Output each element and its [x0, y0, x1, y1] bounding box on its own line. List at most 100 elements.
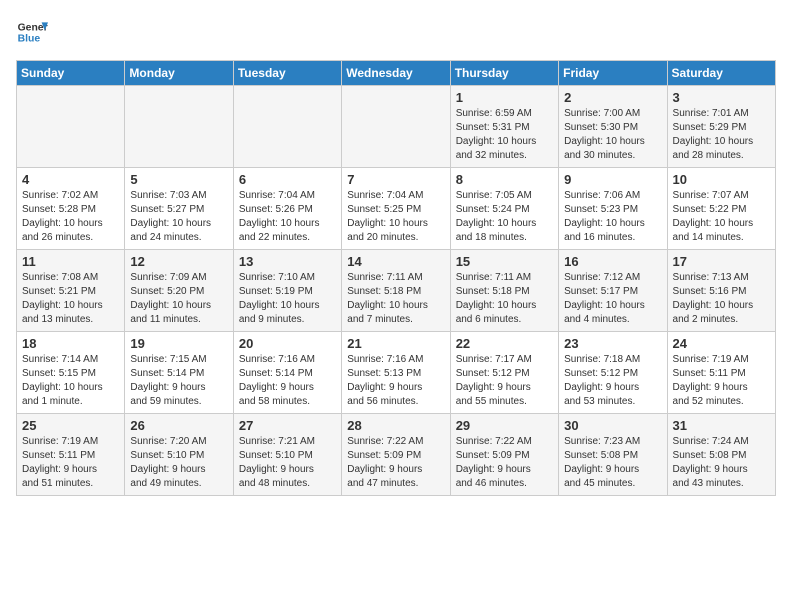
- day-info: Sunrise: 7:16 AMSunset: 5:13 PMDaylight:…: [347, 353, 444, 409]
- calendar-cell: 17Sunrise: 7:13 AMSunset: 5:16 PMDayligh…: [667, 250, 775, 332]
- calendar-week-3: 11 Sunrise: 7:08 AMSunset: 5:21 PMDayligh…: [17, 250, 776, 332]
- day-info: Sunrise: 7:02 AMSunset: 5:28 PMDaylight:…: [22, 189, 119, 245]
- calendar-cell: 14 Sunrise: 7:11 AMSunset: 5:18 PMDayligh…: [342, 250, 450, 332]
- logo-icon: General Blue: [16, 16, 48, 48]
- day-number: 27: [239, 418, 336, 433]
- day-number: 6: [239, 172, 336, 187]
- day-info: Sunrise: 7:24 AMSunset: 5:08 PMDaylight:…: [673, 435, 770, 491]
- calendar-cell: 5 Sunrise: 7:03 AMSunset: 5:27 PMDaylight…: [125, 168, 233, 250]
- day-info: Sunrise: 7:01 AMSunset: 5:29 PMDaylight:…: [673, 107, 770, 163]
- day-info: Sunrise: 7:23 AMSunset: 5:08 PMDaylight:…: [564, 435, 661, 491]
- calendar-cell: [125, 86, 233, 168]
- day-number: 5: [130, 172, 227, 187]
- page-header: General Blue: [16, 16, 776, 48]
- day-number: 8: [456, 172, 553, 187]
- day-info: Sunrise: 7:19 AMSunset: 5:11 PMDaylight:…: [673, 353, 770, 409]
- day-number: 13: [239, 254, 336, 269]
- calendar-cell: 7Sunrise: 7:04 AMSunset: 5:25 PMDaylight…: [342, 168, 450, 250]
- day-info: Sunrise: 7:03 AMSunset: 5:27 PMDaylight:…: [130, 189, 227, 245]
- calendar-cell: 8 Sunrise: 7:05 AMSunset: 5:24 PMDaylight…: [450, 168, 558, 250]
- day-header-tuesday: Tuesday: [233, 61, 341, 86]
- day-info: Sunrise: 7:11 AMSunset: 5:18 PMDaylight:…: [456, 271, 553, 327]
- calendar-cell: 28 Sunrise: 7:22 AMSunset: 5:09 PMDayligh…: [342, 414, 450, 496]
- calendar-week-5: 25 Sunrise: 7:19 AMSunset: 5:11 PMDayligh…: [17, 414, 776, 496]
- calendar-cell: 25 Sunrise: 7:19 AMSunset: 5:11 PMDayligh…: [17, 414, 125, 496]
- day-number: 16: [564, 254, 661, 269]
- calendar-cell: 31 Sunrise: 7:24 AMSunset: 5:08 PMDayligh…: [667, 414, 775, 496]
- calendar-cell: [17, 86, 125, 168]
- day-info: Sunrise: 7:13 AMSunset: 5:16 PMDaylight:…: [673, 271, 770, 327]
- calendar-cell: 23Sunrise: 7:18 AMSunset: 5:12 PMDayligh…: [559, 332, 667, 414]
- calendar-cell: [233, 86, 341, 168]
- day-info: Sunrise: 7:19 AMSunset: 5:11 PMDaylight:…: [22, 435, 119, 491]
- calendar-cell: 2 Sunrise: 7:00 AMSunset: 5:30 PMDaylight…: [559, 86, 667, 168]
- day-number: 11: [22, 254, 119, 269]
- calendar-header: SundayMondayTuesdayWednesdayThursdayFrid…: [17, 61, 776, 86]
- day-info: Sunrise: 7:20 AMSunset: 5:10 PMDaylight:…: [130, 435, 227, 491]
- day-number: 3: [673, 90, 770, 105]
- day-number: 10: [673, 172, 770, 187]
- day-info: Sunrise: 7:10 AMSunset: 5:19 PMDaylight:…: [239, 271, 336, 327]
- calendar-cell: 13 Sunrise: 7:10 AMSunset: 5:19 PMDayligh…: [233, 250, 341, 332]
- calendar-cell: 16 Sunrise: 7:12 AMSunset: 5:17 PMDayligh…: [559, 250, 667, 332]
- calendar-cell: 18Sunrise: 7:14 AMSunset: 5:15 PMDayligh…: [17, 332, 125, 414]
- day-number: 20: [239, 336, 336, 351]
- day-header-friday: Friday: [559, 61, 667, 86]
- day-header-saturday: Saturday: [667, 61, 775, 86]
- day-number: 22: [456, 336, 553, 351]
- day-info: Sunrise: 7:16 AMSunset: 5:14 PMDaylight:…: [239, 353, 336, 409]
- calendar-cell: 9Sunrise: 7:06 AMSunset: 5:23 PMDaylight…: [559, 168, 667, 250]
- day-number: 30: [564, 418, 661, 433]
- day-info: Sunrise: 7:08 AMSunset: 5:21 PMDaylight:…: [22, 271, 119, 327]
- day-number: 12: [130, 254, 227, 269]
- day-info: Sunrise: 7:00 AMSunset: 5:30 PMDaylight:…: [564, 107, 661, 163]
- day-number: 18: [22, 336, 119, 351]
- day-number: 28: [347, 418, 444, 433]
- day-number: 2: [564, 90, 661, 105]
- calendar-week-2: 4Sunrise: 7:02 AMSunset: 5:28 PMDaylight…: [17, 168, 776, 250]
- calendar-cell: 22 Sunrise: 7:17 AMSunset: 5:12 PMDayligh…: [450, 332, 558, 414]
- calendar-cell: 20 Sunrise: 7:16 AMSunset: 5:14 PMDayligh…: [233, 332, 341, 414]
- day-number: 21: [347, 336, 444, 351]
- calendar-cell: 21 Sunrise: 7:16 AMSunset: 5:13 PMDayligh…: [342, 332, 450, 414]
- day-header-thursday: Thursday: [450, 61, 558, 86]
- day-number: 7: [347, 172, 444, 187]
- day-number: 25: [22, 418, 119, 433]
- calendar-cell: 30 Sunrise: 7:23 AMSunset: 5:08 PMDayligh…: [559, 414, 667, 496]
- calendar-cell: 4Sunrise: 7:02 AMSunset: 5:28 PMDaylight…: [17, 168, 125, 250]
- calendar-week-1: 1 Sunrise: 6:59 AMSunset: 5:31 PMDaylight…: [17, 86, 776, 168]
- calendar-cell: 19Sunrise: 7:15 AMSunset: 5:14 PMDayligh…: [125, 332, 233, 414]
- calendar-cell: 1 Sunrise: 6:59 AMSunset: 5:31 PMDaylight…: [450, 86, 558, 168]
- day-number: 29: [456, 418, 553, 433]
- calendar-cell: 26Sunrise: 7:20 AMSunset: 5:10 PMDayligh…: [125, 414, 233, 496]
- day-number: 1: [456, 90, 553, 105]
- day-info: Sunrise: 7:12 AMSunset: 5:17 PMDaylight:…: [564, 271, 661, 327]
- day-header-monday: Monday: [125, 61, 233, 86]
- day-info: Sunrise: 7:05 AMSunset: 5:24 PMDaylight:…: [456, 189, 553, 245]
- calendar-cell: 3 Sunrise: 7:01 AMSunset: 5:29 PMDaylight…: [667, 86, 775, 168]
- day-info: Sunrise: 7:07 AMSunset: 5:22 PMDaylight:…: [673, 189, 770, 245]
- day-header-sunday: Sunday: [17, 61, 125, 86]
- day-info: Sunrise: 7:21 AMSunset: 5:10 PMDaylight:…: [239, 435, 336, 491]
- calendar-table: SundayMondayTuesdayWednesdayThursdayFrid…: [16, 60, 776, 496]
- day-number: 19: [130, 336, 227, 351]
- day-info: Sunrise: 7:06 AMSunset: 5:23 PMDaylight:…: [564, 189, 661, 245]
- calendar-cell: 12Sunrise: 7:09 AMSunset: 5:20 PMDayligh…: [125, 250, 233, 332]
- day-info: Sunrise: 6:59 AMSunset: 5:31 PMDaylight:…: [456, 107, 553, 163]
- day-info: Sunrise: 7:17 AMSunset: 5:12 PMDaylight:…: [456, 353, 553, 409]
- calendar-cell: 11 Sunrise: 7:08 AMSunset: 5:21 PMDayligh…: [17, 250, 125, 332]
- day-info: Sunrise: 7:22 AMSunset: 5:09 PMDaylight:…: [347, 435, 444, 491]
- day-number: 31: [673, 418, 770, 433]
- day-number: 15: [456, 254, 553, 269]
- calendar-cell: 6 Sunrise: 7:04 AMSunset: 5:26 PMDaylight…: [233, 168, 341, 250]
- day-number: 14: [347, 254, 444, 269]
- calendar-cell: 24 Sunrise: 7:19 AMSunset: 5:11 PMDayligh…: [667, 332, 775, 414]
- calendar-body: 1 Sunrise: 6:59 AMSunset: 5:31 PMDaylight…: [17, 86, 776, 496]
- day-info: Sunrise: 7:11 AMSunset: 5:18 PMDaylight:…: [347, 271, 444, 327]
- day-info: Sunrise: 7:04 AMSunset: 5:26 PMDaylight:…: [239, 189, 336, 245]
- calendar-cell: 15 Sunrise: 7:11 AMSunset: 5:18 PMDayligh…: [450, 250, 558, 332]
- calendar-cell: 29Sunrise: 7:22 AMSunset: 5:09 PMDayligh…: [450, 414, 558, 496]
- calendar-cell: [342, 86, 450, 168]
- logo: General Blue: [16, 16, 48, 48]
- day-number: 24: [673, 336, 770, 351]
